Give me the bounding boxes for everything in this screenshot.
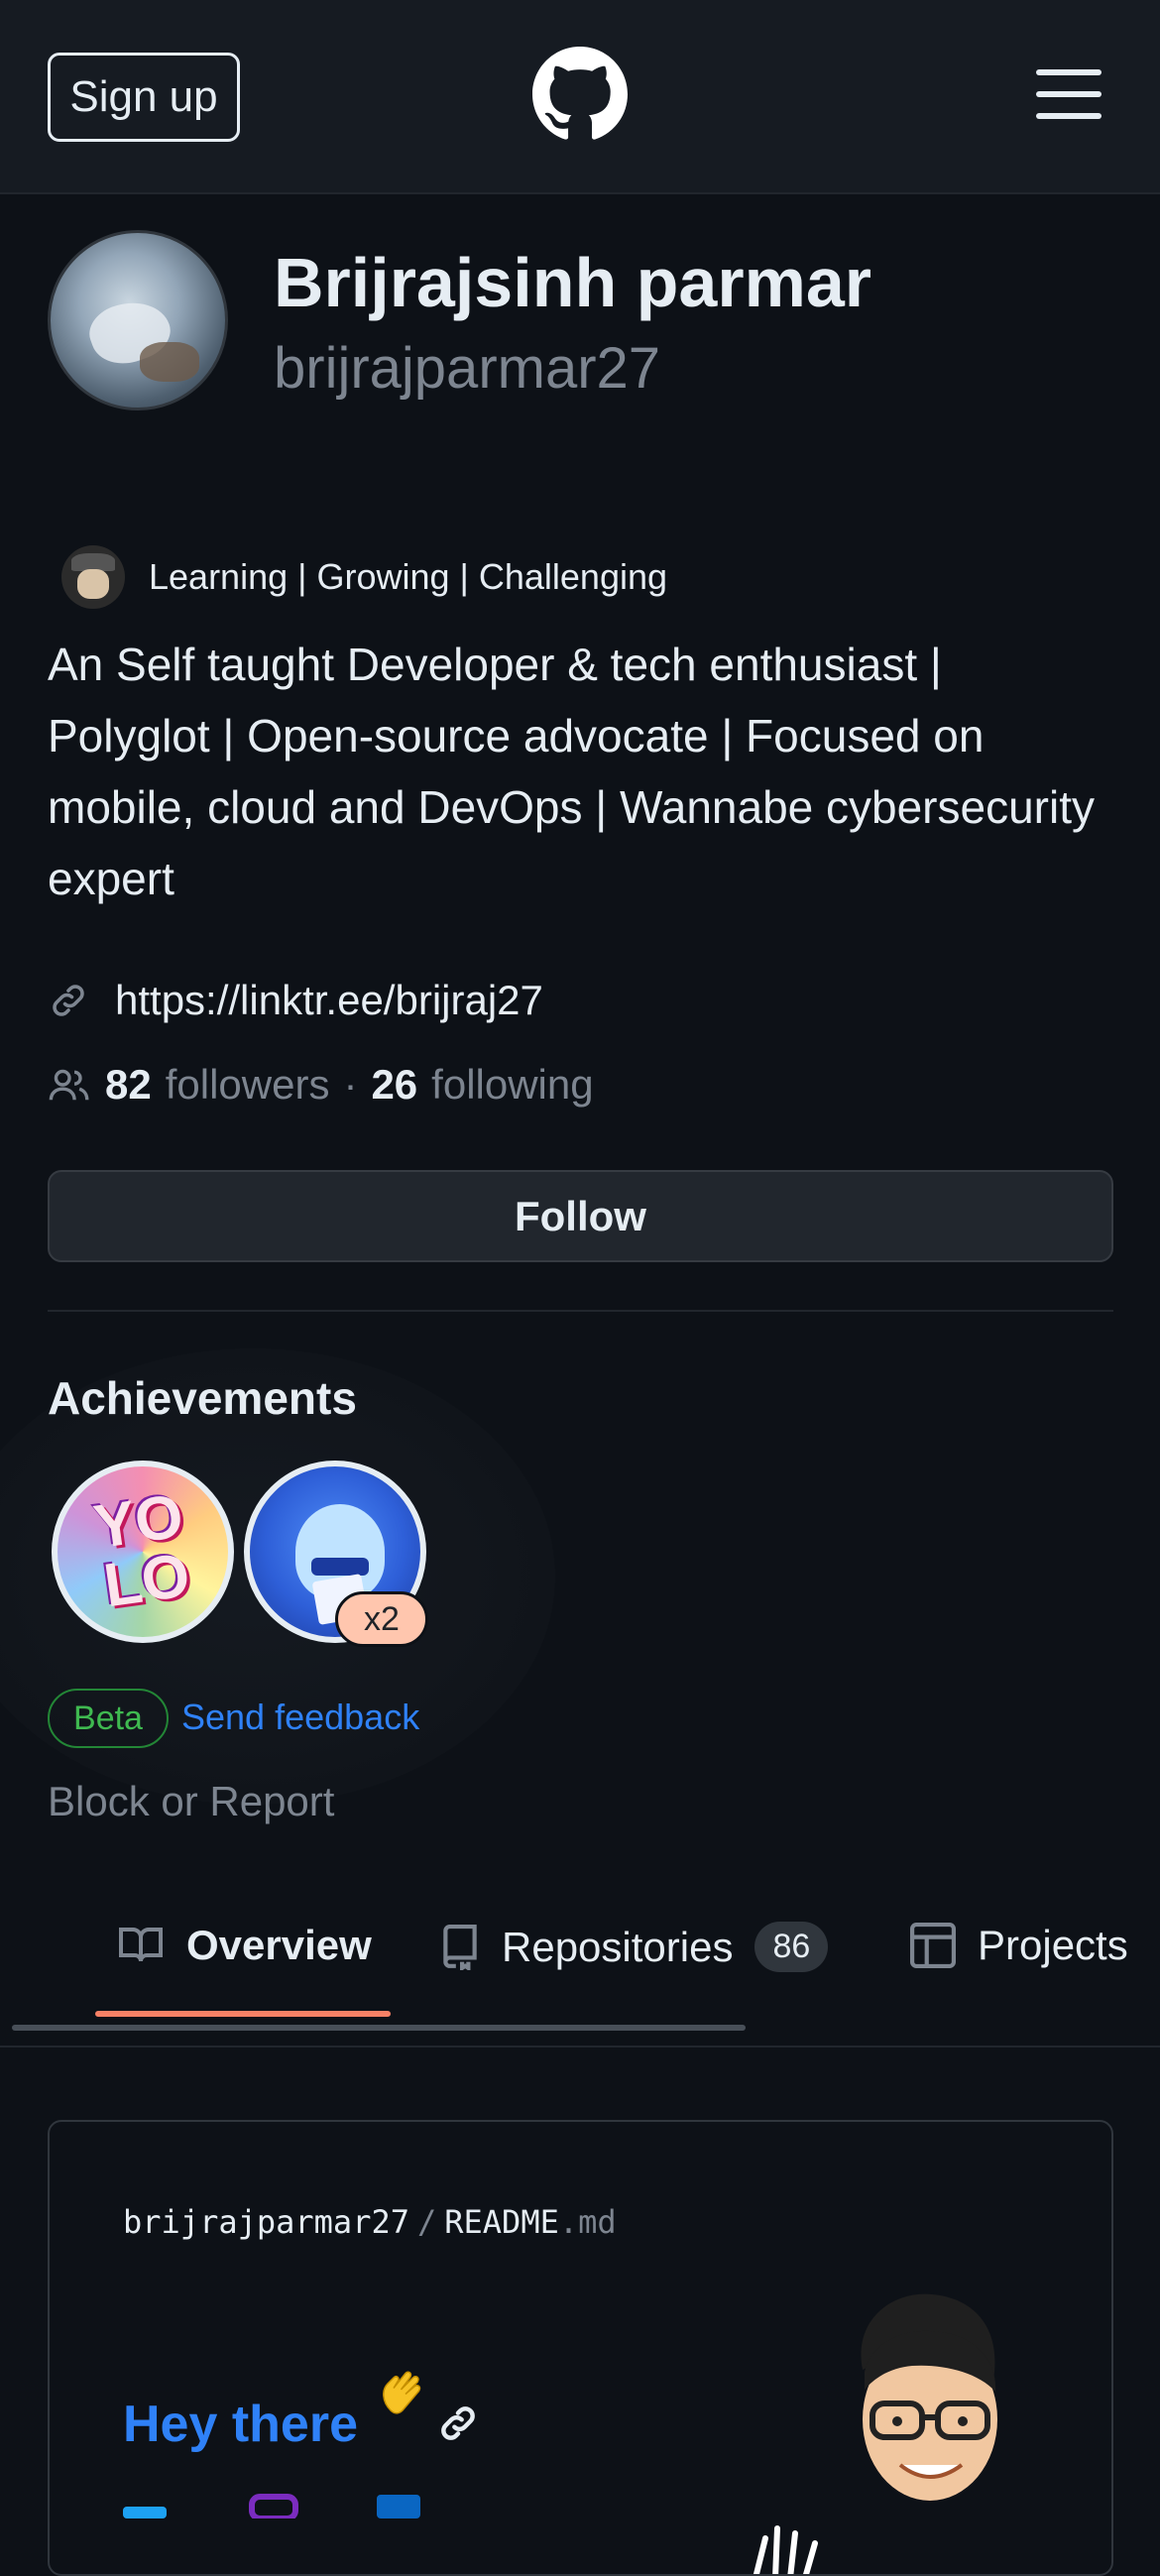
follow-button[interactable]: Follow (48, 1170, 1113, 1262)
stats-separator: · (343, 1061, 358, 1108)
readme-card: brijrajparmar27/README.md Hey there (48, 2120, 1113, 2576)
waving-hand-icon (383, 2371, 421, 2414)
profile-bio: An Self taught Developer & tech enthusia… (48, 639, 1095, 904)
following-count[interactable]: 26 (371, 1061, 417, 1109)
menu-hamburger-icon[interactable] (1036, 69, 1102, 119)
profile-username: brijrajparmar27 (274, 336, 661, 401)
send-feedback-link[interactable]: Send feedback (181, 1697, 419, 1738)
readme-owner[interactable]: brijrajparmar27 (123, 2203, 409, 2241)
profile-tabs: Overview Repositories 86 Projects (0, 1902, 1160, 2050)
tab-repositories-label: Repositories (502, 1923, 734, 1970)
readme-path: brijrajparmar27/README.md (123, 2203, 617, 2241)
memoji-avatar-illustration (861, 2293, 997, 2501)
tab-projects-label: Projects (978, 1922, 1128, 1968)
website-row[interactable]: https://linktr.ee/brijraj27 (48, 977, 543, 1024)
status-text: Learning | Growing | Challenging (149, 556, 668, 597)
tab-projects[interactable]: Projects (910, 1922, 1128, 1969)
status-row: Learning | Growing | Challenging (61, 545, 667, 609)
status-emoji-icon (61, 545, 125, 609)
social-icons-strip (123, 2494, 420, 2518)
beta-badge: Beta (48, 1689, 169, 1748)
tabs-scrollbar[interactable] (12, 2025, 746, 2031)
top-header: Sign up (0, 0, 1160, 194)
achievements-title: Achievements (48, 1372, 357, 1424)
readme-file[interactable]: README (444, 2203, 559, 2241)
repositories-count-badge: 86 (754, 1922, 829, 1972)
follow-stats: 82 followers · 26 following (48, 1061, 594, 1109)
tab-overview-label: Overview (186, 1922, 372, 1968)
avatar[interactable] (48, 230, 228, 410)
profile-name: Brijrajsinh parmar (274, 244, 871, 321)
website-link[interactable]: https://linktr.ee/brijraj27 (115, 977, 543, 1024)
achievement-badge-yolo[interactable]: YO LO (52, 1461, 234, 1643)
yolo-badge-text: YO LO (89, 1481, 194, 1621)
followers-count[interactable]: 82 (105, 1061, 152, 1109)
anchor-link-icon[interactable] (436, 2401, 480, 2445)
table-icon (910, 1923, 956, 1968)
repo-icon (443, 1924, 477, 1970)
tab-overview[interactable]: Overview (117, 1922, 372, 1969)
badge-multiplier: x2 (335, 1591, 428, 1647)
section-divider (48, 1310, 1113, 1312)
readme-ext: .md (558, 2203, 617, 2241)
book-icon (119, 1928, 163, 1962)
tabs-border (0, 2046, 1160, 2048)
tab-repositories[interactable]: Repositories 86 (440, 1922, 829, 1972)
readme-heading: Hey there (123, 2396, 358, 2453)
people-icon (49, 1069, 89, 1101)
github-logo-icon[interactable] (532, 47, 628, 142)
following-label[interactable]: following (431, 1061, 593, 1109)
block-or-report-link[interactable]: Block or Report (48, 1778, 334, 1825)
followers-label[interactable]: followers (166, 1061, 330, 1109)
link-icon (53, 985, 84, 1016)
sign-up-button[interactable]: Sign up (48, 53, 240, 142)
readme-path-separator: / (416, 2203, 437, 2241)
active-tab-indicator (95, 2011, 391, 2017)
